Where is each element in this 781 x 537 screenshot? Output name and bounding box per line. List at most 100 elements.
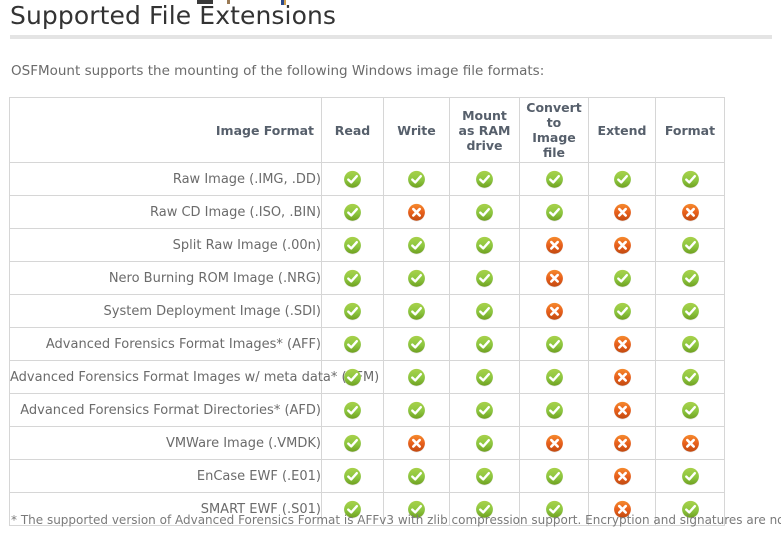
check-circle-green-icon <box>407 302 426 321</box>
cell-read <box>321 393 384 427</box>
check-circle-green-icon <box>681 170 700 189</box>
check-circle-green-icon <box>343 467 362 486</box>
column-header-image-format: Image Format <box>9 97 322 163</box>
cell-write <box>383 360 450 394</box>
table-row: Advanced Forensics Format Images w/ meta… <box>9 360 725 394</box>
cell-format <box>655 426 725 460</box>
cell-format <box>655 228 725 262</box>
cell-extend <box>588 294 656 328</box>
table-row: Advanced Forensics Format Directories* (… <box>9 393 725 427</box>
cell-extend <box>588 393 656 427</box>
cross-circle-red-icon <box>681 434 700 453</box>
image-format-label: Nero Burning ROM Image (.NRG) <box>9 261 322 295</box>
table-row: Nero Burning ROM Image (.NRG) <box>9 261 725 295</box>
cell-mount-as-ram-drive <box>449 162 520 196</box>
check-circle-green-icon <box>613 269 632 288</box>
check-circle-green-icon <box>545 401 564 420</box>
cell-mount-as-ram-drive <box>449 294 520 328</box>
table-row: Advanced Forensics Format Images* (AFF) <box>9 327 725 361</box>
cell-read <box>321 459 384 493</box>
check-circle-green-icon <box>407 170 426 189</box>
cell-mount-as-ram-drive <box>449 261 520 295</box>
check-circle-green-icon <box>681 302 700 321</box>
cell-write <box>383 327 450 361</box>
cross-circle-red-icon <box>613 335 632 354</box>
check-circle-green-icon <box>681 467 700 486</box>
cell-convert-to-image-file <box>519 393 589 427</box>
intro-paragraph: OSFMount supports the mounting of the fo… <box>11 63 545 79</box>
cell-convert-to-image-file <box>519 294 589 328</box>
check-circle-green-icon <box>343 434 362 453</box>
table-body: Raw Image (.IMG, .DD) Raw CD Image (.ISO,… <box>9 162 725 526</box>
check-circle-green-icon <box>407 269 426 288</box>
check-circle-green-icon <box>545 203 564 222</box>
cell-read <box>321 426 384 460</box>
cell-write <box>383 459 450 493</box>
image-format-label: Split Raw Image (.00n) <box>9 228 322 262</box>
cross-circle-red-icon <box>545 434 564 453</box>
image-format-label: Raw Image (.IMG, .DD) <box>9 162 322 196</box>
column-header-extend: Extend <box>588 97 656 163</box>
cell-extend <box>588 426 656 460</box>
check-circle-green-icon <box>407 401 426 420</box>
check-circle-green-icon <box>475 368 494 387</box>
check-circle-green-icon <box>545 368 564 387</box>
table-row: Raw Image (.IMG, .DD) <box>9 162 725 196</box>
cell-extend <box>588 360 656 394</box>
image-format-label: Advanced Forensics Format Images* (AFF) <box>9 327 322 361</box>
table-row: VMWare Image (.VMDK) <box>9 426 725 460</box>
cell-extend <box>588 327 656 361</box>
check-circle-green-icon <box>475 203 494 222</box>
cross-circle-red-icon <box>407 434 426 453</box>
cell-mount-as-ram-drive <box>449 195 520 229</box>
check-circle-green-icon <box>343 203 362 222</box>
cell-read <box>321 261 384 295</box>
cell-mount-as-ram-drive <box>449 360 520 394</box>
cell-format <box>655 327 725 361</box>
cross-circle-red-icon <box>613 467 632 486</box>
title-divider <box>10 35 772 39</box>
check-circle-green-icon <box>545 467 564 486</box>
image-format-label: Advanced Forensics Format Images w/ meta… <box>9 360 379 394</box>
table-header-row: Image Format Read Write Mount as RAM dri… <box>9 97 725 163</box>
check-circle-green-icon <box>343 170 362 189</box>
page-title: Supported File Extensions <box>10 1 337 30</box>
check-circle-green-icon <box>407 335 426 354</box>
check-circle-green-icon <box>407 467 426 486</box>
cell-convert-to-image-file <box>519 162 589 196</box>
column-header-read: Read <box>321 97 384 163</box>
cell-format <box>655 459 725 493</box>
footnote: * The supported version of Advanced Fore… <box>11 513 781 527</box>
check-circle-green-icon <box>681 401 700 420</box>
image-format-label: VMWare Image (.VMDK) <box>9 426 322 460</box>
image-format-label: System Deployment Image (.SDI) <box>9 294 322 328</box>
check-circle-green-icon <box>681 269 700 288</box>
check-circle-green-icon <box>475 335 494 354</box>
cell-write <box>383 294 450 328</box>
check-circle-green-icon <box>475 269 494 288</box>
cell-format <box>655 294 725 328</box>
cell-write <box>383 228 450 262</box>
cell-extend <box>588 228 656 262</box>
cell-extend <box>588 195 656 229</box>
supported-extensions-table-container: Image Format Read Write Mount as RAM dri… <box>9 97 725 526</box>
cell-extend <box>588 162 656 196</box>
column-header-format: Format <box>655 97 725 163</box>
check-circle-green-icon <box>613 302 632 321</box>
check-circle-green-icon <box>343 269 362 288</box>
check-circle-green-icon <box>545 170 564 189</box>
check-circle-green-icon <box>407 236 426 255</box>
table-row: Split Raw Image (.00n) <box>9 228 725 262</box>
cell-write <box>383 393 450 427</box>
cell-write <box>383 195 450 229</box>
cross-circle-red-icon <box>545 236 564 255</box>
table-row: EnCase EWF (.E01) <box>9 459 725 493</box>
check-circle-green-icon <box>475 467 494 486</box>
cross-circle-red-icon <box>545 269 564 288</box>
check-circle-green-icon <box>407 368 426 387</box>
cell-read <box>321 327 384 361</box>
cell-convert-to-image-file <box>519 261 589 295</box>
cell-read <box>321 294 384 328</box>
cell-mount-as-ram-drive <box>449 426 520 460</box>
cross-circle-red-icon <box>613 401 632 420</box>
